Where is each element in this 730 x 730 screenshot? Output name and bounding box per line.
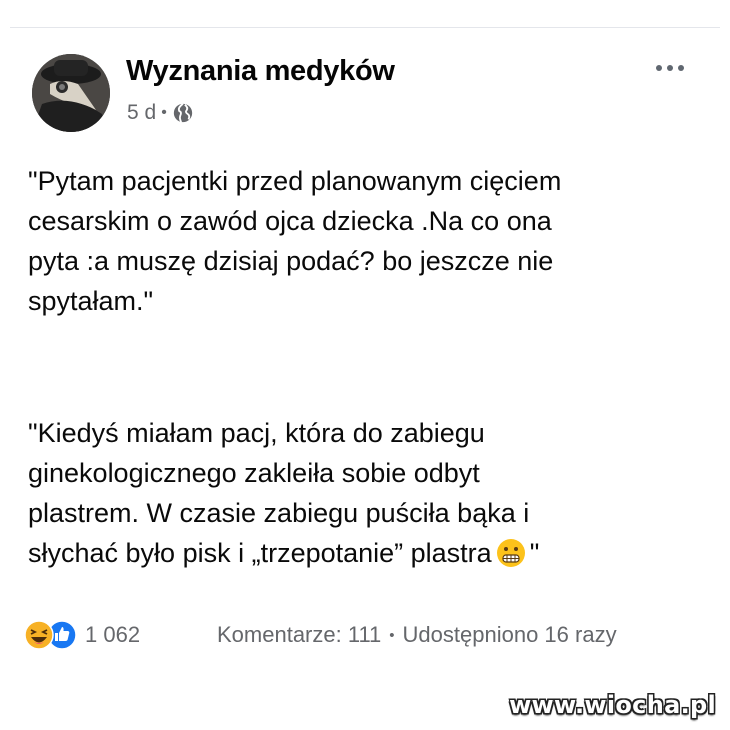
text-line: ginekologicznego zakleiła sobie odbyt [28,458,480,488]
post-meta: 5 d • [127,101,194,125]
text-line: pyta :a muszę dzisiaj podać? bo jeszcze … [28,246,554,276]
watermark: www.wiocha.pl [509,691,716,719]
text-line: spytałam." [28,286,154,316]
post-text-paragraph-1: "Pytam pacjentki przed planowanym cięcie… [28,161,561,321]
grimacing-face-icon [496,539,525,567]
closing-quote: " [529,538,540,568]
stats-separator: • [389,626,395,644]
shares-count-link[interactable]: Udostępniono 16 razy [403,622,617,648]
text-line: "Pytam pacjentki przed planowanym cięcie… [28,166,562,196]
text-line: plastrem. W czasie zabiegu puściła bąka … [28,498,530,528]
reaction-count: 1 062 [85,622,141,647]
comments-count-link[interactable]: Komentarze: 111 [217,622,381,648]
more-horizontal-icon [656,65,662,71]
plague-doctor-avatar [32,54,110,132]
text-line: cesarskim o zawód ojca dziecka .Na co on… [28,206,552,236]
meta-separator: • [161,104,167,121]
avatar[interactable] [32,54,110,132]
top-divider [10,27,720,28]
post-text-paragraph-2: "Kiedyś miałam pacj, która do zabiegu gi… [28,413,539,573]
haha-reaction-icon [24,620,54,650]
text-line: "Kiedyś miałam pacj, która do zabiegu [28,418,485,448]
post-footer: 1 062 Komentarze: 111 • Udostępniono 16 … [24,618,710,652]
text-line-content: słychać było pisk i „trzepotanie” plastr… [28,538,492,568]
post-time[interactable]: 5 d [127,101,156,125]
globe-icon[interactable] [172,102,194,124]
reactions-summary[interactable]: 1 062 [24,620,140,650]
text-line: słychać było pisk i „trzepotanie” plastr… [28,533,539,573]
engagement-stats: Komentarze: 111 • Udostępniono 16 razy [217,622,617,648]
page-name[interactable]: Wyznania medyków [126,55,395,88]
more-options-button[interactable] [652,58,688,78]
